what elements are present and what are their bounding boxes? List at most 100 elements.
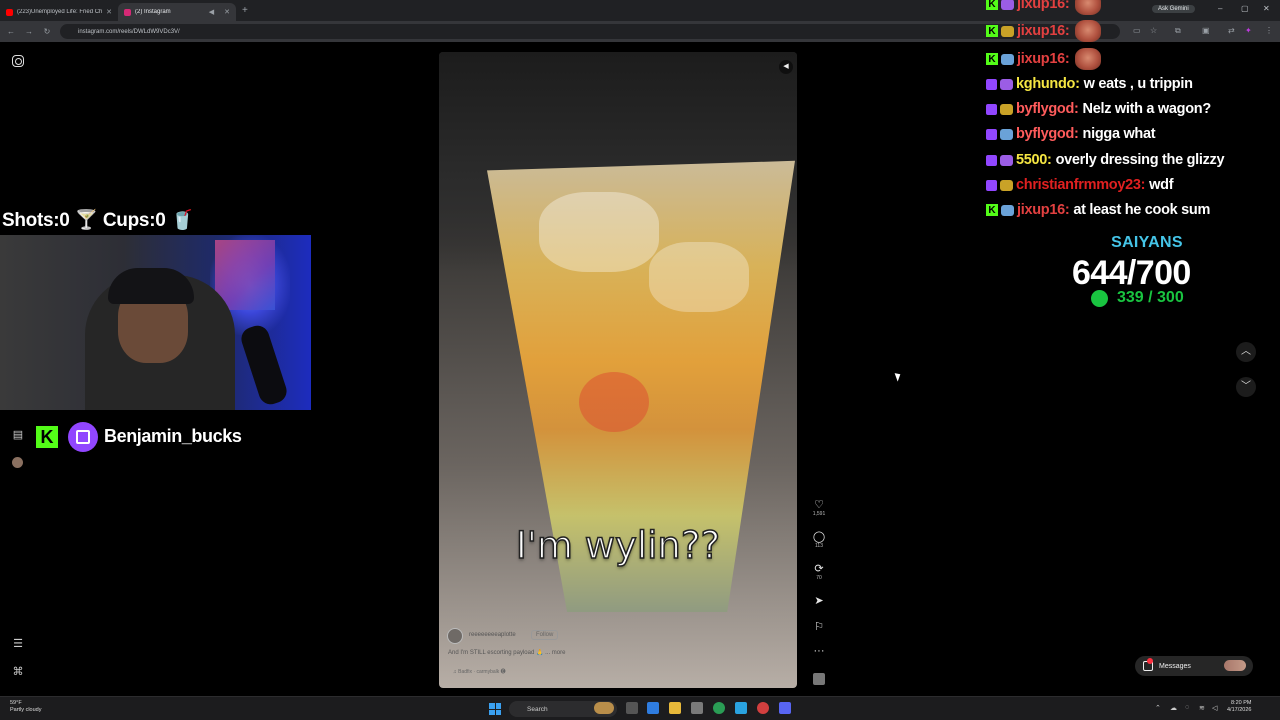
search-highlight-icon[interactable] [594, 702, 614, 714]
kick-badge-icon: K [986, 204, 998, 216]
speaker-icon[interactable]: ◀ [209, 8, 214, 16]
notification-badge [1147, 658, 1153, 664]
twitch-badge-icon [986, 103, 997, 115]
bookmark-star-icon[interactable]: ☆ [1150, 26, 1157, 35]
extension-icon[interactable]: ⇄ [1228, 26, 1235, 35]
chrome-profile-icon[interactable] [757, 702, 769, 714]
menu-icon[interactable]: ⋮ [1265, 26, 1273, 35]
address-bar[interactable]: instagram.com/reels/DWLdW9VDc3V/ [60, 24, 1120, 39]
discord-icon[interactable] [779, 702, 791, 714]
instagram-favicon-icon [124, 8, 131, 16]
reel-author-name[interactable]: reeeeeeeeaplotte [469, 632, 516, 638]
tab-youtube[interactable]: (223)Unemployed Life: Fried Chi... ✕ [0, 3, 118, 21]
file-explorer-icon[interactable] [669, 702, 681, 714]
user-badge-icon [1000, 179, 1013, 191]
share-button[interactable]: ➤ [810, 595, 828, 607]
streamer-hat [108, 268, 194, 304]
forward-icon[interactable]: → [22, 27, 36, 36]
network-icon[interactable]: ◌ [1185, 704, 1189, 711]
youtube-favicon-icon [6, 8, 13, 16]
tray-app-icon[interactable]: ☁ [1170, 704, 1177, 712]
chat-message-text: wdf [1149, 177, 1174, 193]
share-icon: ➤ [814, 595, 824, 607]
minimize-icon[interactable]: – [1218, 4, 1222, 13]
twitch-logo-icon [68, 422, 98, 452]
reload-icon[interactable]: ↻ [40, 27, 54, 36]
close-window-icon[interactable]: ✕ [1263, 4, 1270, 13]
more-icon: ··· [813, 645, 825, 657]
webcam-feed [0, 235, 311, 410]
heart-icon: ♡ [814, 499, 824, 511]
system-clock[interactable]: 8:20 PM 4/17/2026 [1227, 700, 1251, 714]
chat-message: Kjixup16: [986, 20, 1102, 42]
chat-username: jixup16: [1017, 23, 1070, 39]
chrome-icon[interactable] [713, 702, 725, 714]
profile-avatar[interactable] [12, 457, 23, 468]
more-options-button[interactable]: ··· [810, 645, 828, 657]
goal-title: SAIYANS [1111, 234, 1183, 251]
volume-icon[interactable]: ◁ [1212, 704, 1217, 712]
previous-reel-button[interactable]: ︿ [1236, 342, 1256, 362]
save-button[interactable]: ⚐ [810, 621, 828, 633]
chat-username: 5500: [1016, 152, 1052, 168]
clock-date: 4/17/2026 [1227, 707, 1252, 713]
chat-message-text: nigga what [1082, 126, 1156, 142]
reel-caption: I'm wylin?? [515, 523, 721, 568]
kick-badge-icon: K [986, 0, 998, 10]
profile-icon[interactable]: ✦ [1245, 26, 1252, 35]
next-reel-button[interactable]: ﹀ [1236, 377, 1256, 397]
chat-message: Kjixup16: at least he cook sum [986, 199, 1210, 221]
chat-username: christianfrmmoy23: [1016, 177, 1146, 193]
chat-message: Kjixup16: [986, 0, 1102, 15]
reel-video[interactable]: ◀ I'm wylin?? reeeeeeeeaplotte Follow An… [439, 52, 797, 688]
repost-button[interactable]: ⟳ 70 [810, 563, 828, 581]
microphone [238, 322, 290, 408]
goal-score: 644/700 [1072, 254, 1191, 292]
reel-description[interactable]: And I'm STILL escorting payload 🙏 ... mo… [448, 649, 565, 656]
task-view-icon[interactable] [626, 702, 638, 714]
menu-hamburger-icon[interactable]: ☰ [11, 637, 25, 651]
sidepanel-icon[interactable]: ▣ [1202, 26, 1210, 35]
new-tab-button[interactable]: + [242, 5, 248, 16]
screen: (223)Unemployed Life: Fried Chi... ✕ (2)… [0, 0, 1280, 720]
kick-badge-icon: K [986, 25, 998, 37]
back-icon[interactable]: ← [4, 27, 18, 36]
maximize-icon[interactable]: ▢ [1241, 4, 1249, 13]
weather-desc: Partly cloudy [10, 706, 42, 713]
tray-overflow-icon[interactable]: ⌃ [1155, 704, 1161, 712]
ask-gemini-button[interactable]: Ask Gemini [1152, 5, 1195, 13]
telegram-icon[interactable] [735, 702, 747, 714]
reel-author-avatar[interactable] [447, 628, 463, 644]
tab-instagram[interactable]: (2) Instagram ◀ ✕ [118, 3, 236, 21]
edge-icon[interactable] [647, 702, 659, 714]
reel-audio[interactable]: ♫ Badfix · carmybalk 🅔 [453, 668, 506, 675]
user-badge-icon [1000, 103, 1013, 115]
clock-time: 8:20 PM [1230, 700, 1252, 706]
extensions-icon[interactable]: ⧉ [1175, 26, 1181, 36]
audio-thumbnail[interactable] [810, 673, 828, 685]
chat-message: Kjixup16: [986, 48, 1102, 70]
close-tab-icon[interactable]: ✕ [224, 8, 230, 16]
wifi-icon[interactable]: ≋ [1199, 704, 1205, 712]
kick-logo-icon: K [36, 426, 58, 448]
weather-widget[interactable]: 59°F Partly cloudy [10, 700, 42, 713]
reels-nav-icon[interactable]: ▤ [11, 428, 25, 442]
threads-icon[interactable]: ⌘ [11, 665, 25, 679]
mute-icon[interactable]: ◀ [779, 60, 793, 74]
close-tab-icon[interactable]: ✕ [106, 8, 112, 16]
chat-username: kghundo: [1016, 76, 1080, 92]
user-badge-icon [1000, 154, 1013, 166]
twitch-badge-icon [986, 78, 997, 90]
instagram-logo-icon[interactable] [12, 55, 24, 67]
chat-username: jixup16: [1017, 202, 1070, 218]
like-button[interactable]: ♡ 1,591 [810, 499, 828, 517]
comment-button[interactable]: ◯ 113 [810, 531, 828, 549]
settings-gear-icon[interactable] [691, 702, 703, 714]
ice-cube [539, 192, 659, 272]
cast-icon[interactable]: ▭ [1133, 26, 1141, 35]
audio-cover-icon [813, 673, 825, 685]
user-badge-icon [1000, 78, 1013, 90]
chat-username: byflygod: [1016, 126, 1079, 142]
follow-button[interactable]: Follow [531, 630, 559, 640]
windows-start-icon[interactable] [489, 703, 501, 715]
